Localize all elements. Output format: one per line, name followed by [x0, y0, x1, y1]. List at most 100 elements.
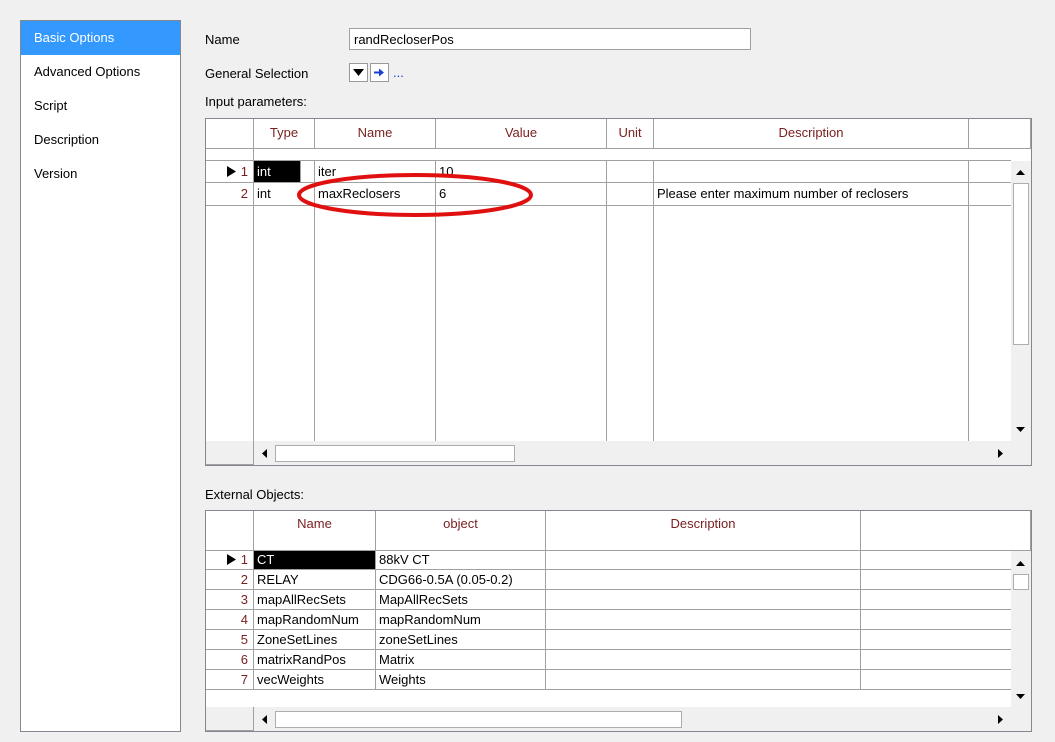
cell-description[interactable]	[546, 670, 861, 690]
cell-empty	[861, 670, 1011, 690]
nav-description[interactable]: Description	[21, 123, 180, 157]
row-spacer	[206, 149, 254, 161]
horizontal-scrollbar[interactable]	[254, 441, 1011, 465]
cell-object[interactable]: 88kV CT	[376, 551, 546, 570]
row-header[interactable]: 2	[206, 570, 254, 590]
scroll-right-button[interactable]	[992, 445, 1009, 462]
cell-description[interactable]	[546, 650, 861, 670]
cell-description[interactable]	[546, 630, 861, 650]
cell-name[interactable]: mapRandomNum	[254, 610, 376, 630]
column-header-object[interactable]: object	[376, 511, 546, 551]
scroll-thumb[interactable]	[1013, 574, 1029, 590]
row-number: 7	[240, 672, 248, 687]
column-header-name[interactable]: Name	[315, 119, 436, 149]
nav-list: Basic Options Advanced Options Script De…	[20, 20, 181, 732]
dropdown-button[interactable]	[349, 63, 368, 82]
cell-unit[interactable]	[607, 183, 654, 206]
row-number: 1	[240, 164, 248, 179]
row-header[interactable]: 1	[206, 161, 254, 183]
cell-description[interactable]	[546, 590, 861, 610]
vertical-scrollbar[interactable]	[1011, 551, 1031, 707]
scroll-corner	[1011, 441, 1031, 465]
nav-script[interactable]: Script	[21, 89, 180, 123]
input-params-label: Input parameters:	[205, 94, 307, 109]
scroll-arrow-icon	[262, 449, 267, 458]
scroll-left-button[interactable]	[256, 445, 273, 462]
row-number: 6	[240, 652, 248, 667]
cell-description[interactable]	[546, 610, 861, 630]
cell-object[interactable]: CDG66-0.5A (0.05-0.2)	[376, 570, 546, 590]
scroll-corner	[1011, 707, 1031, 731]
cell-unit[interactable]	[607, 161, 654, 183]
grid-line	[435, 206, 436, 441]
cell-empty	[861, 610, 1011, 630]
grid-corner	[206, 511, 254, 551]
row-header[interactable]: 3	[206, 590, 254, 610]
vertical-scrollbar[interactable]	[1011, 161, 1031, 441]
scroll-thumb[interactable]	[275, 711, 682, 728]
cell-empty	[969, 161, 1011, 183]
cell-empty	[861, 650, 1011, 670]
external-objects-label: External Objects:	[205, 487, 304, 502]
row-header[interactable]: 4	[206, 610, 254, 630]
row-header[interactable]: 2	[206, 183, 254, 206]
cell-description[interactable]	[546, 551, 861, 570]
cell-name[interactable]: mapAllRecSets	[254, 590, 376, 610]
scroll-thumb[interactable]	[1013, 183, 1029, 345]
row-header-footer	[206, 441, 254, 465]
column-header-value[interactable]: Value	[436, 119, 607, 149]
scroll-thumb[interactable]	[275, 445, 515, 462]
cell-type[interactable]: int	[254, 161, 301, 183]
select-button[interactable]	[370, 63, 389, 82]
row-spacer	[254, 149, 1011, 161]
cell-object[interactable]: Weights	[376, 670, 546, 690]
column-header-description[interactable]: Description	[654, 119, 969, 149]
scroll-up-button[interactable]	[1012, 555, 1029, 572]
cell-name[interactable]: RELAY	[254, 570, 376, 590]
horizontal-scrollbar[interactable]	[254, 707, 1011, 731]
scroll-down-button[interactable]	[1012, 421, 1029, 438]
name-label: Name	[205, 32, 240, 47]
dropdown-arrow-icon	[353, 69, 364, 76]
cell-name[interactable]: ZoneSetLines	[254, 630, 376, 650]
grid-corner	[206, 119, 254, 149]
scroll-down-button[interactable]	[1012, 688, 1029, 705]
cell-empty	[969, 183, 1011, 206]
cell-object[interactable]: mapRandomNum	[376, 610, 546, 630]
row-number: 3	[240, 592, 248, 607]
column-header-description[interactable]: Description	[546, 511, 861, 551]
select-arrow-icon	[374, 68, 384, 77]
scroll-left-button[interactable]	[256, 711, 273, 728]
nav-advanced-options[interactable]: Advanced Options	[21, 55, 180, 89]
annotation-ellipse	[297, 173, 533, 217]
nav-version[interactable]: Version	[21, 157, 180, 191]
cell-name[interactable]: CT	[254, 551, 376, 570]
cell-description[interactable]: Please enter maximum number of reclosers	[654, 183, 969, 206]
nav-basic-options[interactable]: Basic Options	[21, 21, 180, 55]
column-header-type[interactable]: Type	[254, 119, 315, 149]
cell-name[interactable]: matrixRandPos	[254, 650, 376, 670]
cell-object[interactable]: MapAllRecSets	[376, 590, 546, 610]
column-header-empty	[861, 511, 1031, 551]
cell-object[interactable]: zoneSetLines	[376, 630, 546, 650]
cell-empty	[861, 570, 1011, 590]
row-header[interactable]: 7	[206, 670, 254, 690]
cell-description[interactable]	[546, 570, 861, 590]
name-input[interactable]	[349, 28, 751, 50]
cell-name[interactable]: vecWeights	[254, 670, 376, 690]
scroll-arrow-icon	[1016, 170, 1025, 175]
scroll-arrow-icon	[1016, 427, 1025, 432]
ellipsis-link[interactable]: ...	[393, 65, 404, 80]
column-header-name[interactable]: Name	[254, 511, 376, 551]
row-header[interactable]: 1	[206, 551, 254, 570]
cell-description[interactable]	[654, 161, 969, 183]
scroll-right-button[interactable]	[992, 711, 1009, 728]
external-objects-grid: Name object Description 1 CT 88kV CT 2 R…	[205, 510, 1032, 732]
scroll-up-button[interactable]	[1012, 164, 1029, 181]
row-header[interactable]: 6	[206, 650, 254, 670]
row-header[interactable]: 5	[206, 630, 254, 650]
row-number: 2	[240, 186, 248, 201]
column-header-unit[interactable]: Unit	[607, 119, 654, 149]
cell-object[interactable]: Matrix	[376, 650, 546, 670]
grid-line	[653, 206, 654, 441]
